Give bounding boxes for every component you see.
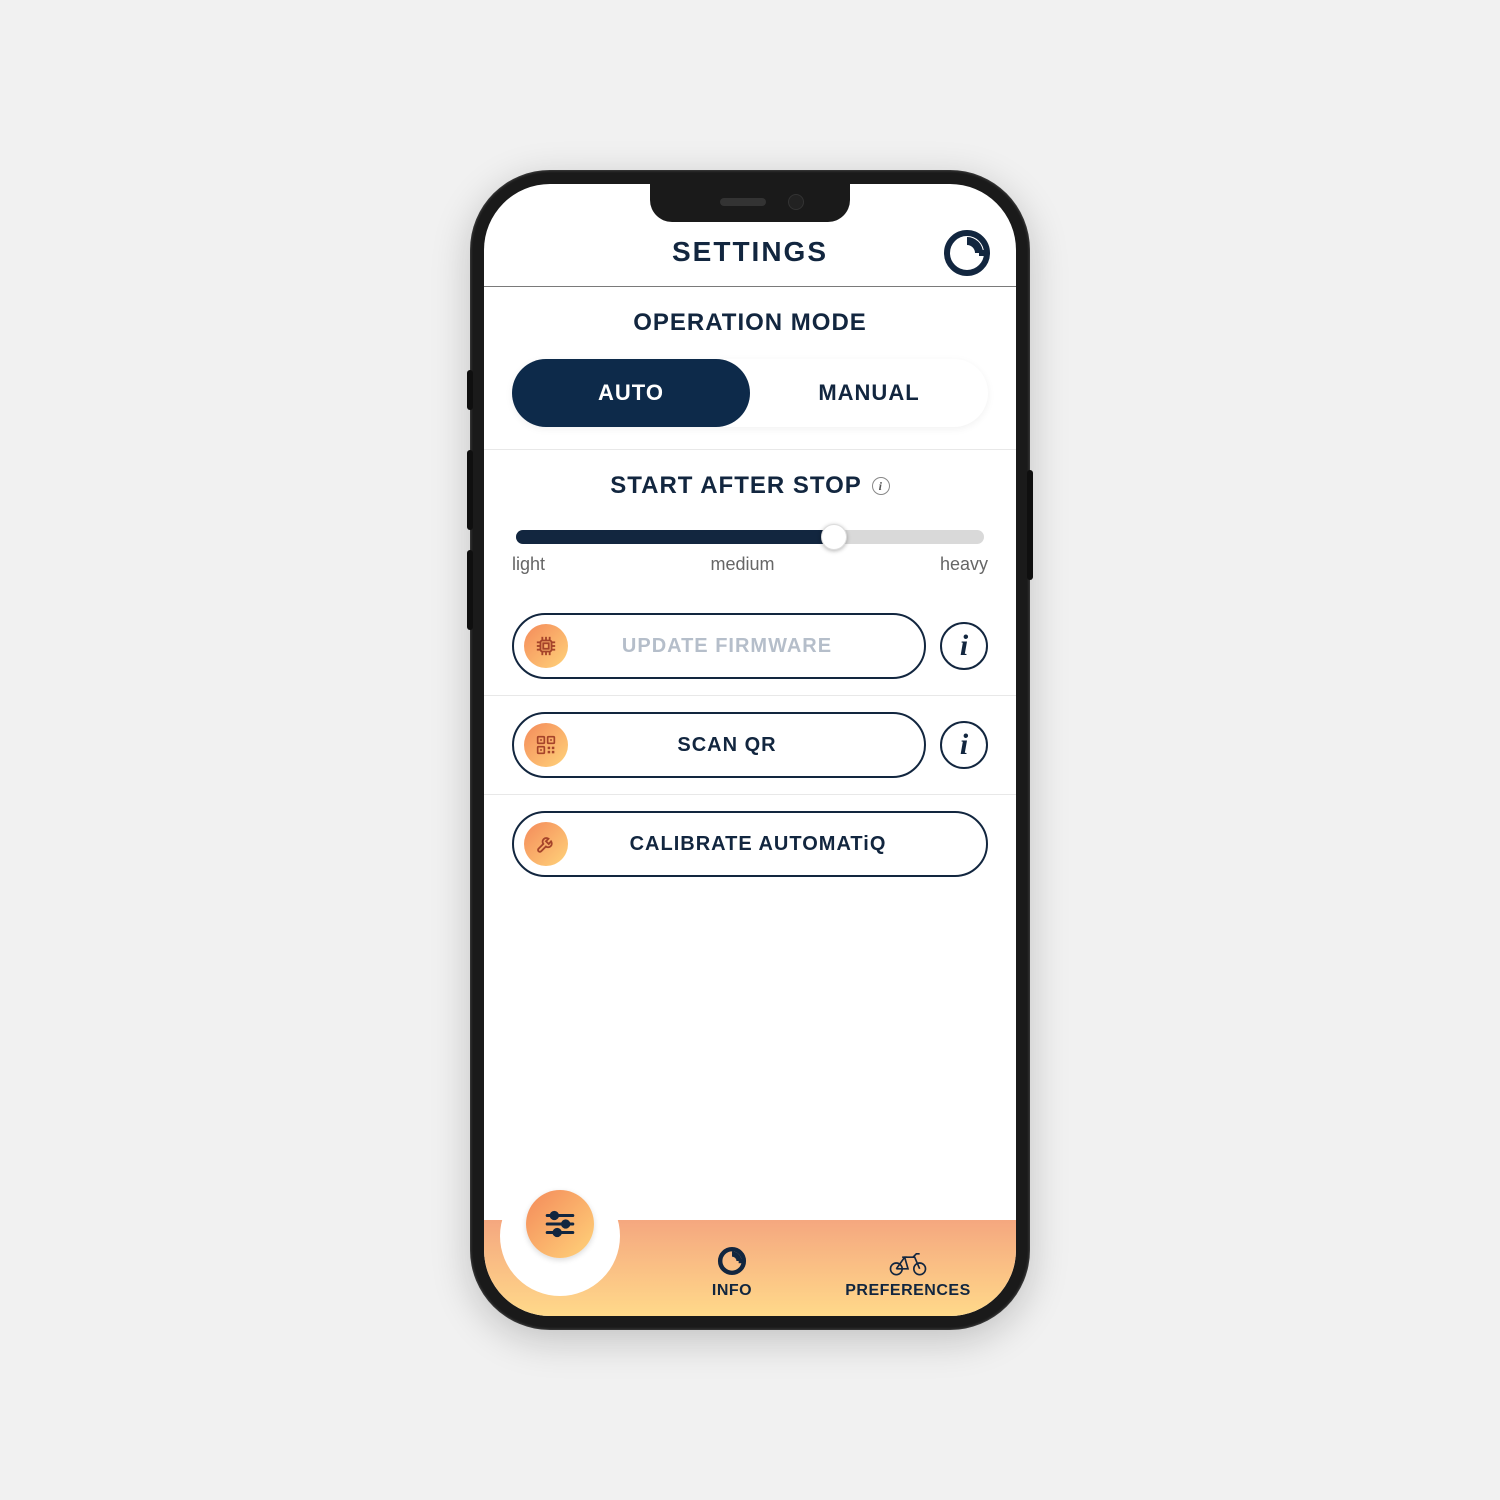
bike-icon xyxy=(888,1248,928,1278)
update-firmware-info-button[interactable]: i xyxy=(940,622,988,670)
start-after-stop-title: START AFTER STOP i xyxy=(512,472,988,500)
slider-fill xyxy=(516,530,834,544)
slider-labels: light medium heavy xyxy=(512,554,988,575)
volume-up-button xyxy=(467,450,473,530)
calibrate-label: CALIBRATE AUTOMATiQ xyxy=(584,833,976,856)
nav-info-label: INFO xyxy=(712,1282,752,1300)
nav-preferences-label: PREFERENCES xyxy=(845,1282,971,1300)
start-after-stop-section: START AFTER STOP i light medium heavy xyxy=(484,450,1016,597)
segment-manual[interactable]: MANUAL xyxy=(750,359,988,427)
volume-down-button xyxy=(467,550,473,630)
side-button xyxy=(467,370,473,410)
info-icon[interactable]: i xyxy=(872,477,890,495)
page-title: SETTINGS xyxy=(672,236,828,268)
sliders-icon xyxy=(543,1207,577,1241)
scan-qr-row: SCAN QR i xyxy=(484,696,1016,795)
operation-mode-title: OPERATION MODE xyxy=(512,309,988,337)
wrench-icon xyxy=(524,822,568,866)
phone-frame: SETTINGS OPERATION MODE AUTO MANUAL STAR… xyxy=(470,170,1030,1330)
chip-icon xyxy=(524,624,568,668)
start-after-stop-label: START AFTER STOP xyxy=(610,472,862,500)
start-after-stop-slider[interactable] xyxy=(516,530,984,544)
slider-label-low: light xyxy=(512,554,545,575)
scan-qr-info-button[interactable]: i xyxy=(940,721,988,769)
scan-qr-button[interactable]: SCAN QR xyxy=(512,712,926,778)
brand-logo-icon xyxy=(944,230,990,276)
slider-container: light medium heavy xyxy=(512,522,988,575)
bottom-nav: INFO PREFERENCES xyxy=(484,1196,1016,1316)
calibrate-button[interactable]: CALIBRATE AUTOMATiQ xyxy=(512,811,988,877)
scan-qr-label: SCAN QR xyxy=(584,734,914,757)
content: OPERATION MODE AUTO MANUAL START AFTER S… xyxy=(484,287,1016,1196)
segment-auto[interactable]: AUTO xyxy=(512,359,750,427)
nav-preferences[interactable]: PREFERENCES xyxy=(820,1248,996,1300)
slider-thumb[interactable] xyxy=(821,524,847,550)
nav-items: INFO PREFERENCES xyxy=(484,1244,1016,1300)
slider-label-mid: medium xyxy=(710,554,774,575)
notch xyxy=(650,184,850,222)
nav-info[interactable]: INFO xyxy=(644,1244,820,1300)
phone-screen: SETTINGS OPERATION MODE AUTO MANUAL STAR… xyxy=(484,184,1016,1316)
calibrate-row: CALIBRATE AUTOMATiQ xyxy=(484,795,1016,893)
qr-icon xyxy=(524,723,568,767)
operation-mode-toggle[interactable]: AUTO MANUAL xyxy=(512,359,988,427)
update-firmware-row: UPDATE FIRMWARE i xyxy=(484,597,1016,696)
info-logo-icon xyxy=(715,1244,749,1278)
power-button xyxy=(1027,470,1033,580)
operation-mode-section: OPERATION MODE AUTO MANUAL xyxy=(484,287,1016,450)
slider-label-high: heavy xyxy=(940,554,988,575)
update-firmware-label: UPDATE FIRMWARE xyxy=(584,635,914,658)
update-firmware-button[interactable]: UPDATE FIRMWARE xyxy=(512,613,926,679)
